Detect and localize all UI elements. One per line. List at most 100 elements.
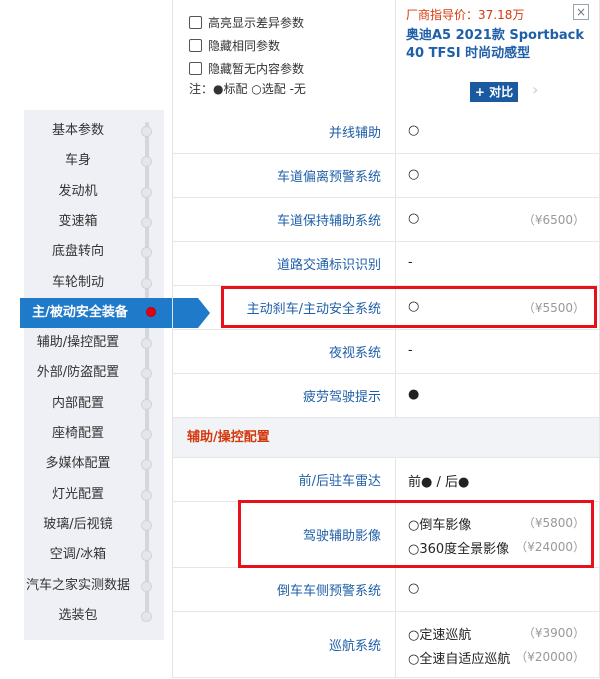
table-row: 疲劳驾驶提示 ● <box>172 374 600 418</box>
row-label: 前/后驻车雷达 <box>172 458 396 501</box>
nav-dot-icon <box>141 429 152 440</box>
sidebar-item[interactable]: 空调/冰箱 <box>24 540 164 570</box>
nav-dot-icon <box>141 338 152 350</box>
nav-dot-icon <box>141 368 152 380</box>
sidebar-item[interactable]: 内部配置 <box>24 389 164 419</box>
sidebar-item-label: 变速箱 <box>58 213 98 229</box>
sidebar-item[interactable]: 车身 <box>24 146 164 176</box>
nav-dot-icon <box>146 306 156 317</box>
row-value-text: ○ <box>408 581 420 596</box>
highlight-box-camera <box>238 500 594 568</box>
row-value-text: ○定速巡航 <box>408 628 472 643</box>
sidebar-item[interactable]: 多媒体配置 <box>24 449 164 479</box>
sidebar-item-label: 空调/冰箱 <box>49 547 107 563</box>
nav-dot-icon <box>141 519 152 531</box>
row-label: 倒车车侧预警系统 <box>172 568 396 611</box>
table-row: 倒车车侧预警系统 ○ <box>172 568 600 612</box>
sidebar-item-label: 多媒体配置 <box>45 456 111 472</box>
sidebar-item[interactable]: 玻璃/后视镜 <box>24 510 164 540</box>
highlight-diff-label: 高亮显示差异参数 <box>208 16 305 30</box>
nav-dot-icon <box>141 156 152 168</box>
compare-button[interactable]: + 对比 <box>470 82 518 102</box>
row-value-text: ○ <box>408 123 420 138</box>
sidebar-item-label: 灯光配置 <box>51 486 104 502</box>
row-value: - <box>396 242 600 285</box>
guide-price: 厂商指导价：37.18万 <box>406 8 525 22</box>
sidebar-item-label: 底盘转向 <box>51 244 104 260</box>
sidebar-item[interactable]: 底盘转向 <box>24 237 164 267</box>
option-price: （¥3900） <box>522 626 585 640</box>
sidebar-item-label: 车轮制动 <box>51 274 104 290</box>
row-value: ○ <box>396 110 600 153</box>
table-row: 车道偏离预警系统 ○ <box>172 154 600 198</box>
nav-dot-icon <box>141 186 152 198</box>
sidebar-item-label: 内部配置 <box>51 395 104 411</box>
sidebar-item[interactable]: 座椅配置 <box>24 419 164 449</box>
sidebar-item[interactable]: 灯光配置 <box>24 480 164 510</box>
nav-dot-icon <box>141 610 152 622</box>
nav-dot-icon <box>141 126 152 137</box>
display-options-panel: 高亮显示差异参数 隐藏相同参数 隐藏暂无内容参数 注：●标配 ○选配 -无 <box>172 0 396 110</box>
sidebar-item-label: 座椅配置 <box>51 426 104 441</box>
sidebar-item[interactable]: 汽车之家实测数据 <box>24 571 164 601</box>
row-value-text: ○全速自适应巡航 <box>408 652 511 667</box>
hide-empty-checkbox[interactable] <box>189 62 202 75</box>
row-value: ○定速巡航 （¥3900） ○全速自适应巡航 （¥20000） <box>396 612 600 677</box>
highlight-diff-checkbox[interactable] <box>189 16 202 29</box>
row-label: 巡航系统 <box>172 612 396 677</box>
row-label: 夜视系统 <box>172 330 396 373</box>
row-value-text: - <box>408 255 413 270</box>
section-header: 辅助/操控配置 <box>172 418 600 458</box>
nav-dot-icon <box>141 580 152 592</box>
row-value: ○ <box>396 154 600 197</box>
nav-dot-icon <box>141 277 152 289</box>
section-title: 辅助/操控配置 <box>187 430 270 445</box>
hide-empty-label: 隐藏暂无内容参数 <box>208 62 305 76</box>
sidebar-item-label: 辅助/操控配置 <box>36 335 120 351</box>
close-icon[interactable]: × <box>573 4 589 20</box>
table-row: 夜视系统 - <box>172 330 600 374</box>
table-row: 道路交通标识识别 - <box>172 242 600 286</box>
option-price: （¥20000） <box>515 650 585 664</box>
row-label: 并线辅助 <box>172 110 396 153</box>
row-label: 车道偏离预警系统 <box>172 154 396 197</box>
row-value-text: - <box>408 343 413 358</box>
sidebar-item[interactable]: 外部/防盗配置 <box>24 358 164 388</box>
sidebar-item[interactable]: 车轮制动 <box>24 268 164 298</box>
nav-dot-icon <box>141 216 152 228</box>
table-row: 前/后驻车雷达 前● / 后● <box>172 458 600 502</box>
next-arrow-icon[interactable]: › <box>532 80 538 99</box>
legend-note: 注：●标配 ○选配 -无 <box>189 82 306 96</box>
table-row: 并线辅助 ○ <box>172 110 600 154</box>
nav-dot-icon <box>141 550 152 562</box>
nav-dot-icon <box>141 459 152 471</box>
car-model-name[interactable]: 奥迪A5 2021款 Sportback 40 TFSI 时尚动感型 <box>406 27 596 63</box>
highlight-diff-option[interactable]: 高亮显示差异参数 <box>189 14 304 31</box>
sidebar-item[interactable]: 选装包 <box>24 601 164 631</box>
sidebar-item[interactable]: 发动机 <box>24 177 164 207</box>
row-value-text: 前● / 后● <box>408 475 470 490</box>
hide-same-label: 隐藏相同参数 <box>208 39 281 53</box>
car-header: 厂商指导价：37.18万 × 奥迪A5 2021款 Sportback 40 T… <box>396 0 600 110</box>
nav-dot-icon <box>141 247 152 259</box>
row-value: - <box>396 330 600 373</box>
row-value: 前● / 后● <box>396 458 600 501</box>
sidebar-item-label: 发动机 <box>58 183 98 199</box>
sidebar-item-label: 汽车之家实测数据 <box>25 577 130 593</box>
sidebar-item[interactable]: 辅助/操控配置 <box>24 328 164 358</box>
sidebar-item[interactable]: 变速箱 <box>24 207 164 237</box>
table-row: 车道保持辅助系统 ○ （¥6500） <box>172 198 600 242</box>
row-label: 疲劳驾驶提示 <box>172 374 396 417</box>
row-value-text: ○ <box>408 167 420 182</box>
hide-same-checkbox[interactable] <box>189 39 202 52</box>
sidebar-item-label: 玻璃/后视镜 <box>43 516 113 532</box>
hide-same-option[interactable]: 隐藏相同参数 <box>189 37 280 54</box>
hide-empty-option[interactable]: 隐藏暂无内容参数 <box>189 60 304 77</box>
category-sidebar: 基本参数 车身 发动机 变速箱 底盘转向 车轮制动 主/被动安全装备 辅助/操控配置 外部/防盗… <box>20 110 210 640</box>
row-value: ○ （¥6500） <box>396 198 600 241</box>
sidebar-item[interactable]: 基本参数 <box>24 116 164 146</box>
sidebar-item-label: 选装包 <box>58 607 98 623</box>
highlight-box-brake <box>221 286 597 328</box>
row-label: 车道保持辅助系统 <box>172 198 396 241</box>
option-price: （¥6500） <box>522 213 585 227</box>
